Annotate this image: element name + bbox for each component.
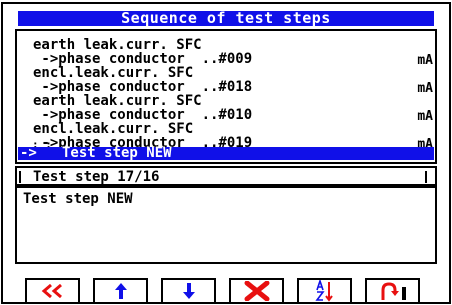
return-arrow-icon	[381, 282, 406, 300]
step-name: encl.leak.curr. SFC	[33, 121, 194, 137]
double-left-chevron-icon	[41, 284, 62, 298]
step-detail: ->phase conductor ..#010	[33, 107, 253, 123]
window-title: Sequence of test steps	[18, 11, 434, 26]
return-button[interactable]	[365, 278, 420, 302]
sort-button[interactable]	[297, 278, 352, 302]
arrow-up-icon	[114, 283, 127, 299]
step-name: earth leak.curr. SFC	[33, 37, 202, 53]
first-step-button[interactable]	[25, 278, 80, 302]
step-name: earth leak.curr. SFC	[33, 93, 202, 109]
step-counter: Test step 17/16	[33, 169, 160, 185]
selected-step-label: Test step NEW	[62, 145, 172, 161]
selection-arrow-icon: ->	[20, 145, 37, 161]
delete-x-icon	[244, 281, 269, 301]
step-description: Test step NEW	[23, 191, 133, 207]
left-marker	[19, 171, 21, 183]
step-detail: ->phase conductor ..#009	[33, 51, 253, 67]
step-detail: ->phase conductor ..#018	[33, 79, 253, 95]
move-down-button[interactable]	[161, 278, 216, 302]
selected-list-item[interactable]: -> Test step NEW	[18, 145, 434, 161]
delete-step-button[interactable]	[229, 278, 284, 302]
test-step-list[interactable]: earth leak.curr. SFC ->phase conductor .…	[15, 29, 437, 164]
step-description-panel[interactable]: Test step NEW	[15, 186, 437, 264]
status-bar: Test step 17/16	[15, 166, 437, 186]
sort-a-z-icon	[314, 280, 333, 302]
arrow-down-icon	[182, 283, 195, 299]
right-marker	[425, 171, 427, 183]
move-up-button[interactable]	[93, 278, 148, 302]
toolbar	[15, 264, 437, 302]
step-name: encl.leak.curr. SFC	[33, 65, 194, 81]
